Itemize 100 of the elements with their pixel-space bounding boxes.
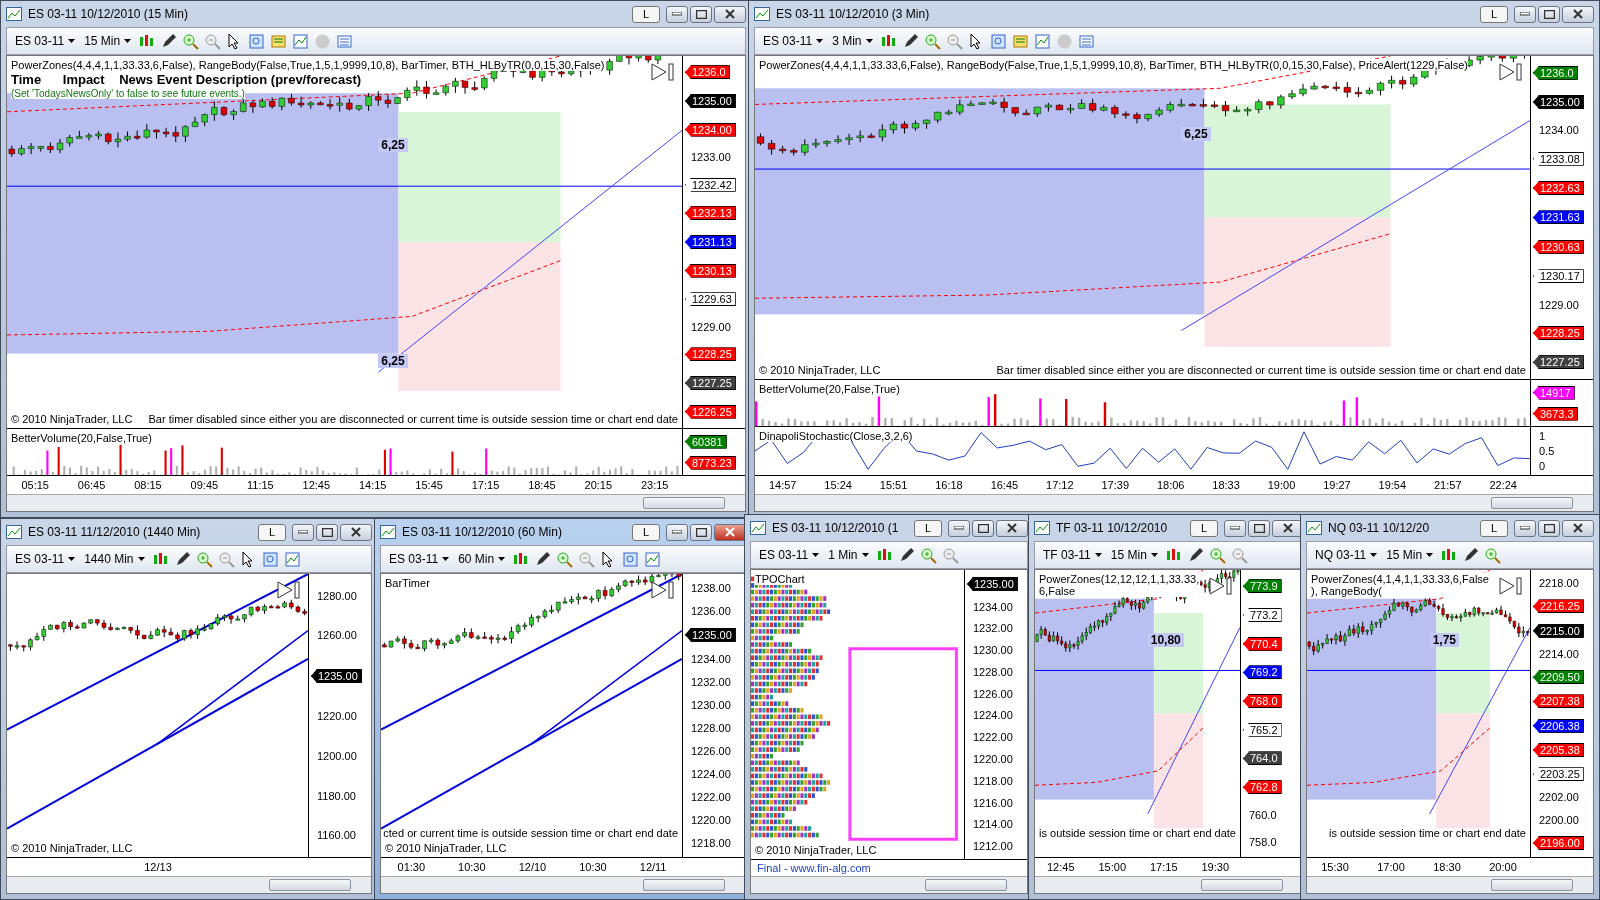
axis-label: 1229.00 (690, 320, 732, 333)
axis-label: 1224.00 (690, 768, 732, 781)
bar-timer-message: cted or current time is outside session time or chart end date (383, 827, 678, 839)
axis-label: 1218.00 (690, 837, 732, 850)
axis-label: 2214.00 (1538, 647, 1580, 660)
window-title: ES 03-11 10/12/2010 (60 Min) (402, 524, 562, 540)
axis-label: 1260.00 (316, 629, 358, 642)
news-note: (Set 'TodaysNewsOnly' to false to see future events.) (11, 88, 245, 99)
axis-label: 1216.00 (972, 796, 1014, 809)
price-tag: 1230.13 (685, 263, 736, 278)
instrument-dropdown[interactable]: ES 03-11 (761, 34, 826, 48)
axis-label: 1224.00 (972, 709, 1014, 722)
time-label: 17:00 (1377, 861, 1405, 873)
time-label: 17:12 (1046, 479, 1074, 491)
link-button[interactable]: L (1190, 519, 1218, 537)
time-label: 18:45 (528, 479, 556, 491)
price-tag: 773.9 (1243, 579, 1282, 594)
footer-link[interactable]: Final - www.fin-alg.com (751, 860, 1027, 876)
axis-label: 1230.00 (972, 644, 1014, 657)
bar-timer-message: is outside session time or chart end date (1329, 827, 1526, 839)
window-title: TF 03-11 10/12/2010 (1056, 520, 1168, 536)
link-button[interactable]: L (632, 5, 660, 23)
interval-dropdown[interactable]: 15 Min (82, 34, 134, 48)
time-label: 15:51 (879, 479, 908, 491)
time-label: 20:15 (584, 479, 613, 491)
time-label: 18:33 (1212, 479, 1240, 491)
price-tag: 2216.25 (1533, 599, 1584, 614)
time-label: 17:15 (1150, 861, 1178, 873)
price-tag: 1227.25 (1533, 355, 1584, 370)
time-label: 18:30 (1433, 861, 1461, 873)
link-button[interactable]: L (258, 523, 286, 541)
indicator-label: BetterVolume(20,False,True) (759, 383, 900, 395)
axis-label: 1180.00 (316, 789, 357, 802)
axis-label: 1226.00 (972, 687, 1014, 700)
time-label: 12/11 (639, 861, 667, 873)
axis-label: 1228.00 (972, 665, 1014, 678)
price-tag: 2205.38 (1533, 742, 1584, 757)
link-button[interactable]: L (914, 519, 942, 537)
price-tag: 764.0 (1243, 751, 1282, 766)
interval-dropdown[interactable]: 15 Min (1384, 548, 1436, 562)
indicator-label: DinapoliStochastic(Close,3,2,6) (759, 430, 913, 442)
interval-dropdown[interactable]: 1440 Min (82, 552, 147, 566)
window-title: ES 03-11 10/12/2010 (15 Min) (28, 6, 188, 22)
instrument-dropdown[interactable]: ES 03-11 (387, 552, 452, 566)
price-tag: 2206.38 (1533, 718, 1584, 733)
axis-label: 1280.00 (316, 589, 358, 602)
axis-label: 1238.00 (690, 581, 732, 594)
link-button[interactable]: L (1480, 519, 1508, 537)
time-label: 19:30 (1201, 861, 1229, 873)
indicator-label: PowerZones(4,4,4,1,1,33.33,6,False), RangeBody(False,True,1,5,1,9999,10,8), BarTimer, BTH_HLByTR(0,0,15,30,False) (11, 59, 605, 71)
instrument-dropdown[interactable]: ES 03-11 (13, 552, 78, 566)
window-title: NQ 03-11 10/12/20 (1328, 520, 1430, 536)
zone-label: 1,75 (1429, 633, 1459, 648)
interval-dropdown[interactable]: 3 Min (830, 34, 875, 48)
axis-label: 1220.00 (972, 753, 1014, 765)
axis-label: 0.5 (1538, 445, 1556, 457)
time-label: 18:06 (1156, 479, 1185, 491)
price-tag: 762.8 (1243, 780, 1282, 795)
axis-label: 1222.00 (690, 791, 732, 804)
time-label: 15:30 (1321, 861, 1349, 873)
price-tag: 8773.23 (685, 455, 736, 470)
price-tag: 60381 (685, 434, 727, 449)
axis-label: 2202.00 (1538, 791, 1580, 804)
indicator-label: PowerZones(4,4,4,1,1,33.33,6,False), RangeBody(False,True,1,5,1,9999,10,8), BarTimer, BTH_HLByTR(0,0,15,30,False), PriceAlert(1229,False) (759, 59, 1469, 71)
price-tag: 2196.00 (1533, 835, 1584, 850)
price-tag: 1235.00 (685, 93, 736, 108)
link-button[interactable]: L (1480, 5, 1508, 23)
axis-label: 1220.00 (690, 814, 732, 827)
time-label: 17:39 (1101, 479, 1129, 491)
axis-label: 1200.00 (316, 750, 358, 763)
price-tag: 2207.38 (1533, 694, 1584, 709)
time-label: 08:15 (134, 479, 162, 491)
price-tag: 1233.08 (1533, 151, 1584, 166)
axis-label: 2200.00 (1538, 813, 1580, 826)
link-button[interactable]: L (632, 523, 660, 541)
price-tag: 2215.00 (1533, 623, 1584, 638)
time-label: 12/13 (144, 861, 172, 873)
price-tag: 2203.25 (1533, 767, 1584, 782)
zone-label: 6,25 (1181, 127, 1211, 142)
time-label: 14:57 (768, 479, 797, 491)
axis-label: 1230.00 (690, 698, 732, 711)
zone-label: 10,80 (1147, 633, 1184, 648)
bar-timer-message: is outside session time or chart end date (1039, 827, 1236, 839)
price-tag: 770.4 (1243, 636, 1282, 651)
instrument-dropdown[interactable]: ES 03-11 (757, 548, 822, 562)
interval-dropdown[interactable]: 15 Min (1108, 548, 1160, 562)
interval-dropdown[interactable]: 60 Min (456, 552, 508, 566)
price-tag: 1230.63 (1533, 239, 1584, 254)
axis-label: 1212.00 (972, 840, 1014, 853)
time-label: 09:45 (190, 479, 219, 491)
instrument-dropdown[interactable]: TF 03-11 (1041, 548, 1104, 562)
price-tag: 765.2 (1243, 722, 1282, 737)
indicator-label: PowerZones(12,12,12,1,1,33.33,6,False (1039, 573, 1200, 597)
instrument-dropdown[interactable]: NQ 03-11 (1313, 548, 1380, 562)
price-tag: 2209.50 (1533, 670, 1584, 685)
axis-label: 0 (1538, 459, 1547, 472)
interval-dropdown[interactable]: 1 Min (826, 548, 871, 562)
bar-timer-message: Bar timer disabled since either you are disconnected or current time is outside session time or chart end date (148, 413, 678, 425)
axis-label: 1232.00 (690, 675, 732, 688)
instrument-dropdown[interactable]: ES 03-11 (13, 34, 78, 48)
